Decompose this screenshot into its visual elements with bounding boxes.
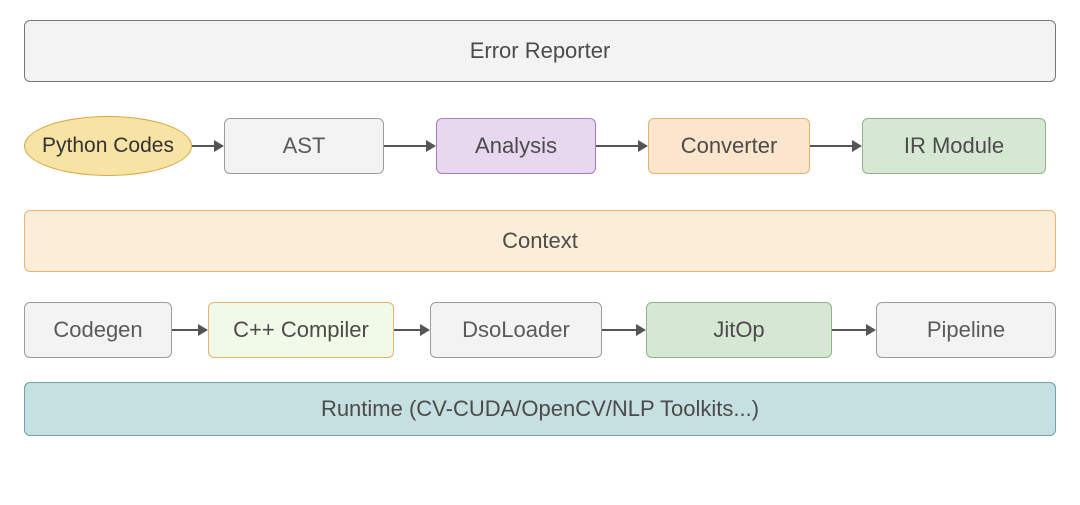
pipeline-row-1: Python Codes AST Analysis Converter IR M… (24, 116, 1056, 176)
ast-label: AST (283, 133, 326, 159)
converter-label: Converter (681, 133, 778, 159)
ast-node: AST (224, 118, 384, 174)
pipeline-label: Pipeline (927, 317, 1005, 343)
error-reporter-label: Error Reporter (470, 38, 611, 64)
arrow-icon (172, 320, 208, 340)
codegen-node: Codegen (24, 302, 172, 358)
dsoloader-node: DsoLoader (430, 302, 602, 358)
ir-module-label: IR Module (904, 133, 1004, 159)
error-reporter-box: Error Reporter (24, 20, 1056, 82)
arrow-icon (596, 136, 648, 156)
cpp-compiler-label: C++ Compiler (233, 317, 369, 343)
pipeline-node: Pipeline (876, 302, 1056, 358)
ir-module-node: IR Module (862, 118, 1046, 174)
analysis-label: Analysis (475, 133, 557, 159)
arrow-icon (832, 320, 876, 340)
runtime-label: Runtime (CV-CUDA/OpenCV/NLP Toolkits...) (321, 396, 759, 422)
jitop-node: JitOp (646, 302, 832, 358)
arrow-icon (810, 136, 862, 156)
arrow-icon (394, 320, 430, 340)
converter-node: Converter (648, 118, 810, 174)
python-codes-label: Python Codes (42, 134, 174, 158)
analysis-node: Analysis (436, 118, 596, 174)
jitop-label: JitOp (713, 317, 764, 343)
dsoloader-label: DsoLoader (462, 317, 570, 343)
python-codes-node: Python Codes (24, 116, 192, 176)
codegen-label: Codegen (53, 317, 142, 343)
pipeline-row-2: Codegen C++ Compiler DsoLoader JitOp Pip… (24, 302, 1056, 358)
context-label: Context (502, 228, 578, 254)
cpp-compiler-node: C++ Compiler (208, 302, 394, 358)
arrow-icon (192, 136, 224, 156)
context-box: Context (24, 210, 1056, 272)
arrow-icon (602, 320, 646, 340)
arrow-icon (384, 136, 436, 156)
runtime-box: Runtime (CV-CUDA/OpenCV/NLP Toolkits...) (24, 382, 1056, 436)
